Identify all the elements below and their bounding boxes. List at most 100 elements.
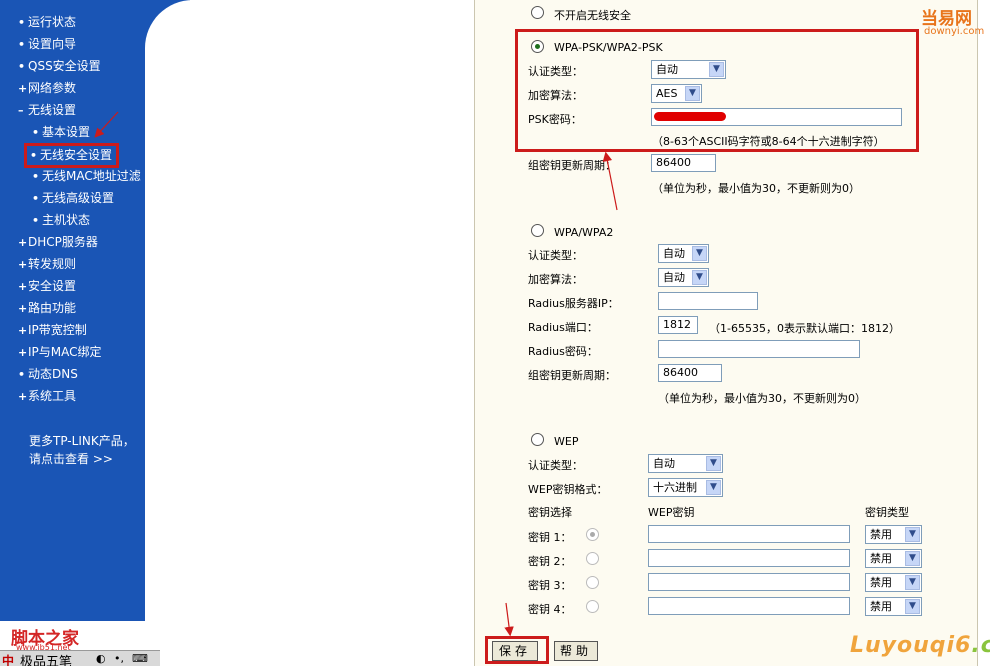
wep-title: WEP [554, 435, 579, 448]
sidebar-item-bandwidth[interactable]: +IP带宽控制 [18, 322, 87, 339]
half-width-icon[interactable]: ◐ [96, 652, 106, 665]
luyouqi-watermark-a: Luyouqi6 [850, 633, 972, 658]
more-products-link[interactable]: 更多TP-LINK产品， [29, 433, 135, 449]
punctuation-icon[interactable]: •, [114, 652, 124, 665]
sidebar-item-label: 转发规则 [28, 257, 77, 271]
wep-key-radio[interactable] [586, 600, 599, 613]
chevron-down-icon: ▼ [685, 86, 700, 101]
sidebar-item-dhcp[interactable]: +DHCP服务器 [18, 234, 98, 251]
sidebar-item-label: IP与MAC绑定 [28, 345, 102, 359]
chevron-down-icon: ▼ [692, 246, 707, 261]
radius-ip-input[interactable] [658, 292, 758, 310]
wpa-enc-label: 加密算法： [528, 273, 583, 286]
expand-icon: + [18, 390, 28, 403]
wep-key-type-select[interactable]: 禁用 ▼ [865, 597, 922, 616]
sidebar-item-host-status[interactable]: • 主机状态 [32, 212, 90, 229]
downyi-url-watermark: downyi.com [924, 26, 985, 37]
wpa-psk-enc-label: 加密算法： [528, 89, 583, 102]
wep-key-radio[interactable] [586, 552, 599, 565]
click-to-view-link[interactable]: 请点击查看 >> [29, 451, 113, 467]
sidebar-item-label: 无线MAC地址过滤 [42, 169, 141, 183]
wep-key-type-select[interactable]: 禁用 ▼ [865, 525, 922, 544]
wep-format-select[interactable]: 十六进制 ▼ [648, 478, 723, 497]
wpa-psk-renew-input[interactable]: 86400 [651, 154, 716, 172]
expand-icon: + [18, 258, 28, 271]
sidebar-item-label: 运行状态 [28, 15, 77, 29]
wpa-psk-enc-select[interactable]: AES ▼ [651, 84, 702, 103]
wep-radio[interactable] [531, 433, 544, 446]
wep-key-input[interactable] [648, 597, 850, 615]
wep-key-type-value: 禁用 [870, 576, 892, 589]
expand-icon: + [18, 236, 28, 249]
no-security-radio[interactable] [531, 6, 544, 19]
sidebar-item-ip-mac-binding[interactable]: +IP与MAC绑定 [18, 344, 102, 361]
wep-key-input[interactable] [648, 549, 850, 567]
wep-key-radio[interactable] [586, 528, 599, 541]
bullet-icon: • [32, 170, 40, 183]
bullet-icon: • [18, 368, 26, 381]
sidebar-item-qss[interactable]: • QSS安全设置 [18, 58, 101, 75]
wpa-psk-auth-select[interactable]: 自动 ▼ [651, 60, 726, 79]
wep-auth-select[interactable]: 自动 ▼ [648, 454, 723, 473]
wep-key-header: WEP密钥 [648, 506, 695, 519]
wep-key-type-select[interactable]: 禁用 ▼ [865, 549, 922, 568]
chevron-down-icon: ▼ [905, 527, 920, 542]
sidebar-item-mac-filter[interactable]: • 无线MAC地址过滤 [32, 168, 141, 185]
sidebar-item-wireless[interactable]: – 无线设置 [18, 102, 76, 119]
keyboard-icon[interactable]: ⌨ [132, 652, 148, 665]
radius-password-input[interactable] [658, 340, 860, 358]
sidebar-item-label: 系统工具 [28, 389, 77, 403]
ime-toolbar: 中 极品五笔 ◐ •, ⌨ [0, 650, 160, 666]
wpa-enc-select[interactable]: 自动 ▼ [658, 268, 709, 287]
chevron-down-icon: ▼ [709, 62, 724, 77]
wpa-auth-select[interactable]: 自动 ▼ [658, 244, 709, 263]
wpa-renew-input[interactable]: 86400 [658, 364, 722, 382]
sidebar-item-setup-wizard[interactable]: • 设置向导 [18, 36, 76, 53]
bullet-icon: • [32, 126, 40, 139]
bullet-icon: • [32, 192, 40, 205]
sidebar-item-ddns[interactable]: • 动态DNS [18, 366, 78, 383]
chevron-down-icon: ▼ [706, 480, 721, 495]
sidebar-item-advanced[interactable]: • 无线高级设置 [32, 190, 114, 207]
ime-name[interactable]: 极品五笔 [20, 651, 72, 666]
sidebar-item-network[interactable]: +网络参数 [18, 80, 76, 97]
wep-key-radio[interactable] [586, 576, 599, 589]
sidebar-item-basic[interactable]: • 基本设置 [32, 124, 90, 141]
sidebar-item-label: 设置向导 [28, 37, 77, 51]
sidebar-item-forwarding[interactable]: +转发规则 [18, 256, 76, 273]
wpa-psk-renew-hint: （单位为秒，最小值为30，不更新则为0） [652, 182, 860, 195]
radius-password-label: Radius密码： [528, 345, 598, 358]
wep-key-input[interactable] [648, 525, 850, 543]
redaction-mark [654, 112, 726, 121]
wep-key-type-value: 禁用 [870, 600, 892, 613]
sidebar-corner-decoration [145, 0, 235, 90]
chevron-down-icon: ▼ [905, 551, 920, 566]
wpa-psk-radio[interactable] [531, 40, 544, 53]
luyouqi-watermark-b: .cn [971, 633, 990, 658]
ime-logo-icon[interactable]: 中 [2, 652, 14, 666]
sidebar-item-label: IP带宽控制 [28, 323, 87, 337]
help-button[interactable]: 帮助 [554, 641, 598, 661]
radius-port-input[interactable]: 1812 [658, 316, 698, 334]
wpa-radio[interactable] [531, 224, 544, 237]
chevron-down-icon: ▼ [905, 575, 920, 590]
sidebar-item-security[interactable]: +安全设置 [18, 278, 76, 295]
wpa-title: WPA/WPA2 [554, 226, 614, 239]
bullet-icon: • [18, 16, 26, 29]
sidebar-item-routing[interactable]: +路由功能 [18, 300, 76, 317]
sidebar-item-label: 安全设置 [28, 279, 77, 293]
wep-key-label: 密钥 4： [528, 603, 572, 616]
sidebar-item-status[interactable]: • 运行状态 [18, 14, 76, 31]
wep-key-type-select[interactable]: 禁用 ▼ [865, 573, 922, 592]
bullet-icon: • [32, 214, 40, 227]
key-type-header: 密钥类型 [865, 506, 909, 519]
expand-icon: + [18, 82, 28, 95]
wpa-psk-renew-label: 组密钥更新周期： [528, 159, 616, 172]
no-security-label: 不开启无线安全 [554, 9, 631, 22]
wep-format-label: WEP密钥格式： [528, 483, 608, 496]
wep-key-input[interactable] [648, 573, 850, 591]
save-button[interactable]: 保存 [492, 641, 538, 661]
sidebar-item-system-tools[interactable]: +系统工具 [18, 388, 76, 405]
sidebar-item-wireless-security[interactable]: • 无线安全设置 [24, 143, 120, 168]
collapse-icon: – [18, 104, 24, 117]
